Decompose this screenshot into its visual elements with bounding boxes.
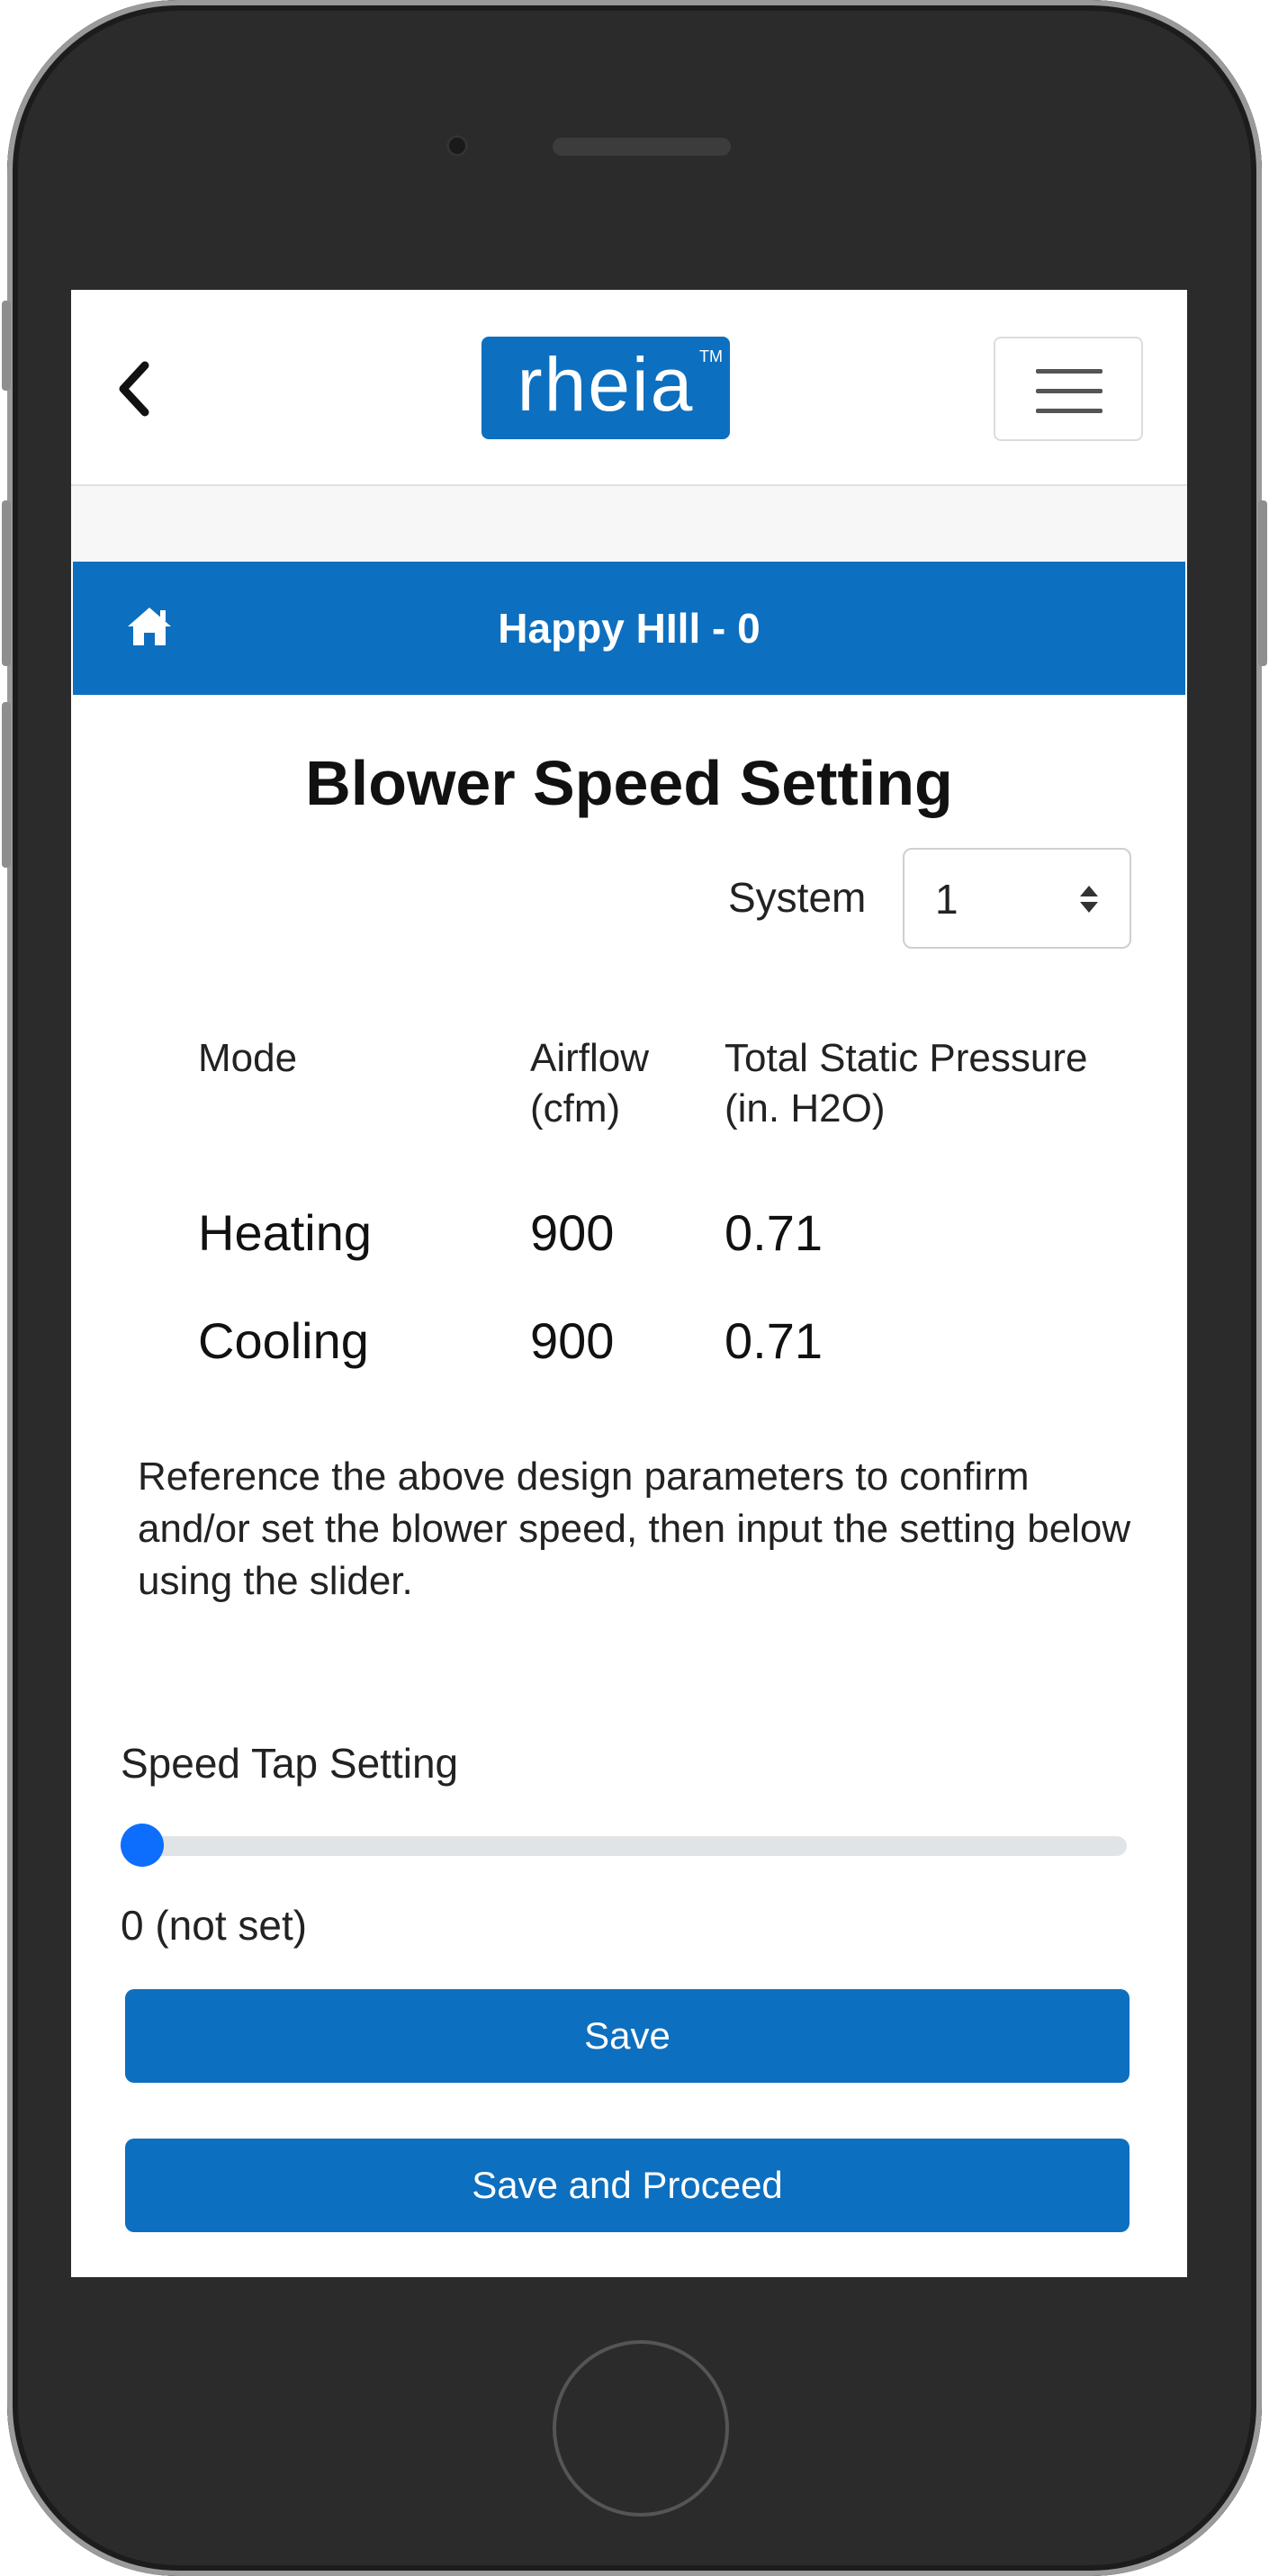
row-cooling-pressure: 0.71 bbox=[724, 1312, 823, 1369]
slider-track[interactable] bbox=[121, 1836, 1127, 1856]
rheia-logo: rheia TM bbox=[482, 337, 730, 439]
slider-thumb[interactable] bbox=[121, 1824, 164, 1867]
row-heating-mode: Heating bbox=[198, 1204, 373, 1261]
earpiece-speaker bbox=[553, 138, 731, 156]
navbar-spacer bbox=[71, 486, 1187, 562]
site-name: Happy HIll - 0 bbox=[498, 605, 760, 652]
row-heating-pressure: 0.71 bbox=[724, 1204, 823, 1261]
select-arrows-icon bbox=[1079, 882, 1099, 916]
row-cooling-airflow: 900 bbox=[530, 1312, 615, 1369]
power-button bbox=[1258, 500, 1267, 666]
logo-trademark: TM bbox=[699, 347, 723, 365]
row-cooling-mode: Cooling bbox=[198, 1312, 369, 1369]
system-select[interactable]: 1 bbox=[903, 848, 1131, 949]
hamburger-icon[interactable] bbox=[994, 337, 1143, 441]
column-header-pressure: Total Static Pressure (in. H2O) bbox=[724, 1036, 1088, 1130]
app-screen: rheia TM Happy HIll - 0 Blower Speed Set… bbox=[71, 290, 1187, 2277]
site-header-bar: Happy HIll - 0 bbox=[73, 562, 1185, 695]
column-header-airflow: Airflow (cfm) bbox=[530, 1036, 650, 1130]
system-select-value: 1 bbox=[935, 876, 958, 923]
save-and-proceed-button[interactable]: Save and Proceed bbox=[125, 2139, 1130, 2232]
page-title: Blower Speed Setting bbox=[305, 748, 953, 818]
speed-tap-label: Speed Tap Setting bbox=[121, 1740, 459, 1787]
save-button[interactable]: Save bbox=[125, 1989, 1130, 2083]
column-header-mode: Mode bbox=[198, 1036, 298, 1080]
home-icon[interactable] bbox=[125, 605, 174, 648]
front-camera bbox=[446, 135, 468, 157]
speed-tap-value: 0 (not set) bbox=[121, 1902, 308, 1949]
home-button[interactable] bbox=[553, 2340, 729, 2517]
silent-switch bbox=[2, 301, 11, 391]
row-heating-airflow: 900 bbox=[530, 1204, 615, 1261]
chevron-left-icon[interactable] bbox=[109, 353, 163, 425]
speed-tap-slider[interactable] bbox=[121, 1824, 1127, 1867]
volume-down-button bbox=[2, 702, 11, 868]
system-label: System bbox=[728, 874, 867, 921]
instructions-text: Reference the above design parameters to… bbox=[138, 1455, 1131, 1603]
logo-text: rheia bbox=[517, 341, 695, 427]
top-navbar: rheia TM bbox=[71, 290, 1187, 486]
volume-up-button bbox=[2, 500, 11, 666]
